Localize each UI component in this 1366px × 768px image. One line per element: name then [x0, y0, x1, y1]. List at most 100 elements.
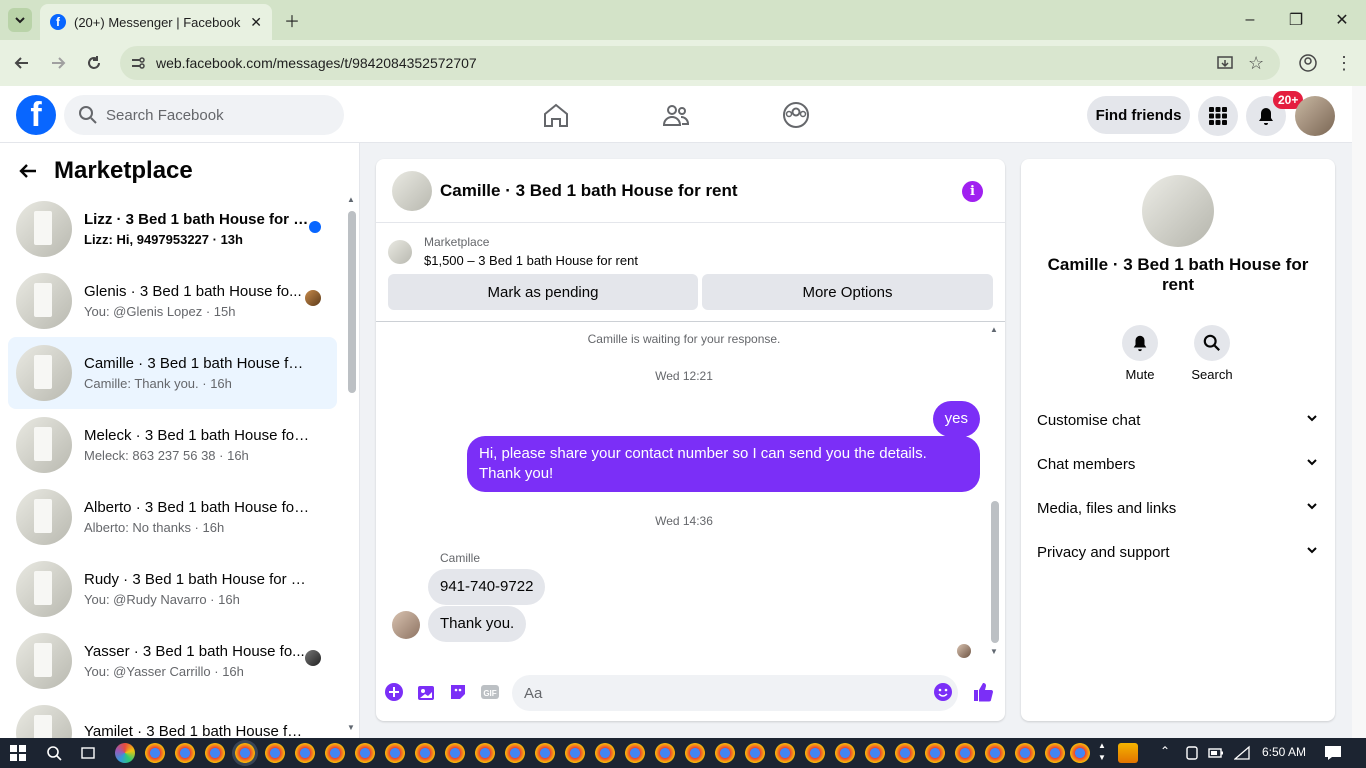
chrome-taskbar-icon[interactable]: [625, 743, 645, 763]
profile-icon[interactable]: [1296, 51, 1320, 75]
chrome-taskbar-icon[interactable]: [475, 743, 495, 763]
chrome-taskbar-icon[interactable]: [205, 743, 225, 763]
conversation-item[interactable]: Meleck · 3 Bed 1 bath House for ... Mele…: [8, 409, 337, 481]
meet-now-icon[interactable]: [1184, 745, 1200, 766]
chrome-taskbar-icon[interactable]: [805, 743, 825, 763]
show-hidden-icons-icon[interactable]: ⌃: [1160, 744, 1170, 758]
conversation-item[interactable]: Yamilet · 3 Bed 1 bath House for ...: [8, 697, 337, 738]
search-in-chat-button[interactable]: Search: [1182, 325, 1242, 382]
chrome-taskbar-icon[interactable]: [1070, 743, 1090, 763]
chrome-taskbar-icon[interactable]: [925, 743, 945, 763]
outgoing-message[interactable]: yes: [932, 401, 980, 437]
find-friends-button[interactable]: Find friends: [1087, 96, 1190, 134]
notification-center-icon[interactable]: [1324, 745, 1342, 766]
message-input[interactable]: [512, 675, 958, 711]
scroll-down-icon[interactable]: ▼: [990, 647, 998, 656]
chrome-taskbar-icon[interactable]: [295, 743, 315, 763]
tab-close-icon[interactable]: ✕: [250, 14, 262, 31]
marketplace-listing[interactable]: Marketplace $1,500 – 3 Bed 1 bath House …: [388, 235, 638, 268]
weather-icon[interactable]: [1118, 743, 1138, 763]
sender-avatar[interactable]: [392, 611, 420, 639]
chat-list-scrollbar[interactable]: [348, 211, 356, 393]
account-avatar[interactable]: [1295, 96, 1335, 136]
window-close-icon[interactable]: ✕: [1330, 8, 1354, 32]
chrome-taskbar-icon[interactable]: [1045, 743, 1065, 763]
tab-search-icon[interactable]: [8, 8, 32, 32]
chrome-taskbar-icon[interactable]: [415, 743, 435, 763]
sticker-icon[interactable]: [447, 681, 469, 703]
battery-icon[interactable]: [1208, 746, 1224, 765]
scroll-down-icon[interactable]: ▼: [347, 723, 355, 732]
more-options-button[interactable]: More Options: [702, 274, 993, 310]
bookmark-star-icon[interactable]: ☆: [1248, 53, 1264, 74]
incoming-message[interactable]: 941-740-9722: [428, 569, 546, 605]
thumbs-up-icon[interactable]: [972, 681, 994, 703]
conversation-item-active[interactable]: Camille · 3 Bed 1 bath House for... Cami…: [8, 337, 337, 409]
chrome-taskbar-icon[interactable]: [265, 743, 285, 763]
listing-avatar-large[interactable]: [1142, 175, 1214, 247]
attach-photo-icon[interactable]: [415, 681, 437, 703]
messages-scrollbar[interactable]: [991, 501, 999, 643]
gif-icon[interactable]: GIF: [479, 681, 501, 703]
back-arrow-icon[interactable]: [16, 159, 40, 183]
chrome-taskbar-icon[interactable]: [505, 743, 525, 763]
conversation-item[interactable]: Rudy · 3 Bed 1 bath House for re... You:…: [8, 553, 337, 625]
forward-icon[interactable]: [46, 51, 70, 75]
chrome-taskbar-icon[interactable]: [955, 743, 975, 763]
chrome-taskbar-icon[interactable]: [1015, 743, 1035, 763]
reload-icon[interactable]: [82, 51, 106, 75]
new-tab-icon[interactable]: ＋: [280, 8, 304, 32]
task-view-icon[interactable]: [80, 745, 96, 766]
mark-as-pending-button[interactable]: Mark as pending: [388, 274, 698, 310]
chrome-taskbar-icon-active[interactable]: [235, 743, 255, 763]
listing-avatar[interactable]: [392, 170, 432, 211]
chrome-taskbar-icon[interactable]: [355, 743, 375, 763]
windows-start-icon[interactable]: [10, 745, 26, 766]
chrome-taskbar-icon[interactable]: [595, 743, 615, 763]
chrome-taskbar-icon[interactable]: [175, 743, 195, 763]
emoji-icon[interactable]: [932, 681, 954, 703]
chat-members-section[interactable]: Chat members: [1037, 446, 1319, 482]
taskbar-scroll-icon[interactable]: ▲ ▼: [1098, 740, 1106, 764]
address-bar[interactable]: web.facebook.com/messages/t/984208435257…: [120, 46, 1280, 80]
chrome-taskbar-icon[interactable]: [325, 743, 345, 763]
minimize-icon[interactable]: –: [1238, 8, 1262, 32]
media-files-links-section[interactable]: Media, files and links: [1037, 490, 1319, 526]
chrome-taskbar-icon[interactable]: [145, 743, 165, 763]
scroll-up-icon[interactable]: ▲: [347, 195, 355, 204]
groups-icon[interactable]: [781, 100, 811, 130]
home-icon[interactable]: [541, 100, 571, 130]
conversation-item[interactable]: Glenis · 3 Bed 1 bath House fo... You: @…: [8, 265, 337, 337]
chrome-taskbar-icon[interactable]: [385, 743, 405, 763]
conversation-title[interactable]: Camille · 3 Bed 1 bath House for rent: [440, 181, 738, 201]
conversation-item[interactable]: Alberto · 3 Bed 1 bath House for... Albe…: [8, 481, 337, 553]
facebook-search-box[interactable]: Search Facebook: [64, 95, 344, 135]
taskbar-search-icon[interactable]: [46, 745, 62, 766]
conversation-item[interactable]: Lizz · 3 Bed 1 bath House for r... Lizz:…: [8, 193, 337, 265]
page-scrollbar[interactable]: [1352, 86, 1366, 738]
site-info-icon[interactable]: [130, 55, 146, 74]
chrome-taskbar-icon[interactable]: [655, 743, 675, 763]
friends-icon[interactable]: [661, 100, 691, 130]
browser-tab-active[interactable]: f (20+) Messenger | Facebook ✕: [40, 4, 272, 40]
customise-chat-section[interactable]: Customise chat: [1037, 402, 1319, 438]
privacy-support-section[interactable]: Privacy and support: [1037, 534, 1319, 570]
back-icon[interactable]: [10, 51, 34, 75]
wifi-icon[interactable]: [1233, 745, 1250, 766]
chrome-taskbar-icon[interactable]: [865, 743, 885, 763]
conversation-item[interactable]: Yasser · 3 Bed 1 bath House fo... You: @…: [8, 625, 337, 697]
taskbar-clock[interactable]: 6:50 AM: [1262, 745, 1306, 759]
chrome-taskbar-icon[interactable]: [895, 743, 915, 763]
incoming-message[interactable]: Thank you.: [428, 606, 527, 642]
mute-button[interactable]: Mute: [1110, 325, 1170, 382]
chrome-taskbar-icon[interactable]: [745, 743, 765, 763]
scroll-up-icon[interactable]: ▲: [990, 325, 998, 334]
chrome-taskbar-icon[interactable]: [535, 743, 555, 763]
chrome-taskbar-icon[interactable]: [775, 743, 795, 763]
chrome-taskbar-icon[interactable]: [685, 743, 705, 763]
chrome-taskbar-icon[interactable]: [835, 743, 855, 763]
chrome-taskbar-icon[interactable]: [565, 743, 585, 763]
facebook-logo-icon[interactable]: f: [16, 95, 56, 135]
install-app-icon[interactable]: [1216, 54, 1234, 75]
chrome-taskbar-icon[interactable]: [445, 743, 465, 763]
